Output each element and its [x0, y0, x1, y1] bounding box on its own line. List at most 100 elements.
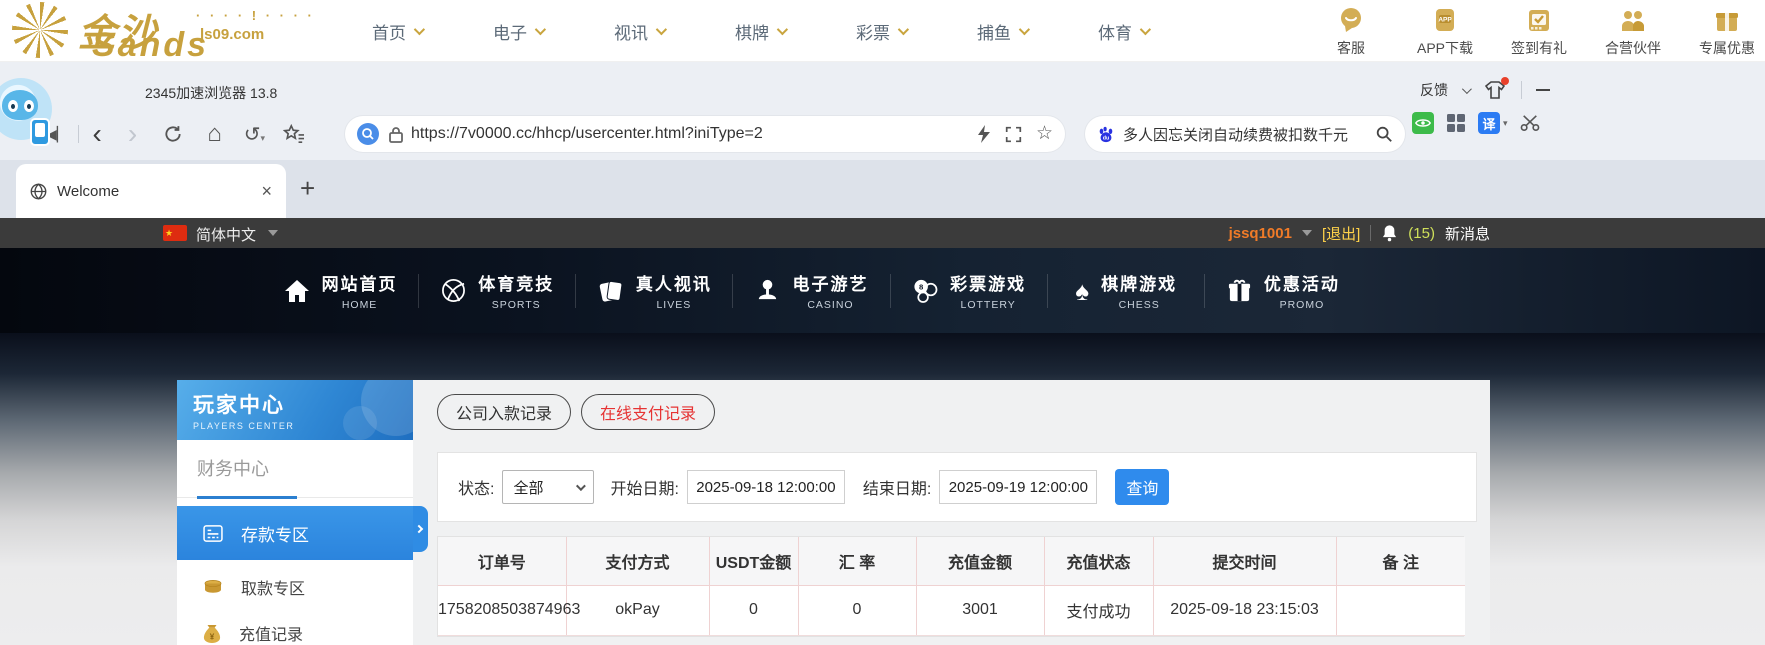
- chevron-down-icon[interactable]: [1462, 84, 1472, 94]
- mainnav-lives[interactable]: 真人视讯LIVES: [576, 248, 733, 333]
- quick-app-download[interactable]: APP APP下载: [1402, 5, 1488, 58]
- col-order-number: 订单号: [438, 537, 566, 585]
- cell-rate: 0: [798, 585, 916, 635]
- sidebar-subtitle: PLAYERS CENTER: [193, 421, 413, 431]
- payment-record-table: 订单号 支付方式 USDT金额 汇 率 充值金额 充值状态 提交时间 备 注 1…: [437, 536, 1464, 637]
- quick-partner[interactable]: 合营伙伴: [1590, 5, 1676, 58]
- logout-link[interactable]: [退出]: [1322, 223, 1360, 244]
- cards-icon: [598, 278, 624, 304]
- eye-protect-icon[interactable]: [1412, 112, 1434, 134]
- content-panel: 公司入款记录 在线支付记录 状态: 全部 开始日期: 2025-09-18 12…: [413, 380, 1490, 645]
- minimize-button[interactable]: [1536, 89, 1550, 91]
- back-button[interactable]: ‹: [93, 119, 102, 149]
- chevron-down-icon[interactable]: ▾: [1503, 118, 1508, 129]
- svg-text:APP: APP: [1438, 17, 1452, 24]
- status-label: 状态:: [458, 475, 494, 499]
- sidebar-item-deposit[interactable]: 存款专区: [177, 506, 413, 560]
- language-selector[interactable]: 简体中文: [196, 224, 256, 245]
- skin-button[interactable]: [1483, 80, 1507, 100]
- feedback-button[interactable]: 反馈: [1420, 80, 1448, 100]
- mainnav-casino[interactable]: 电子游艺CASINO: [733, 248, 890, 333]
- mainnav-home[interactable]: 网站首页HOME: [262, 248, 419, 333]
- sidebar-collapse-handle[interactable]: [413, 506, 428, 552]
- ball-icon: [441, 278, 466, 303]
- sidebar-title: 玩家中心: [193, 389, 413, 419]
- forward-button[interactable]: ›: [128, 119, 137, 149]
- tab-online-payment-record[interactable]: 在线支付记录: [581, 394, 715, 430]
- message-label[interactable]: 新消息: [1445, 223, 1490, 244]
- mainnav-sports[interactable]: 体育竞技SPORTS: [419, 248, 576, 333]
- calendar-check-icon: [1524, 5, 1554, 35]
- svg-text:du: du: [1103, 136, 1110, 142]
- home-button[interactable]: ⌂: [207, 120, 222, 148]
- reader-lightning-icon[interactable]: [977, 125, 991, 143]
- search-box[interactable]: du 多人因忘关闭自动续费被扣数千元: [1085, 116, 1405, 152]
- query-button[interactable]: 查询: [1115, 469, 1169, 505]
- chevron-down-icon[interactable]: [1302, 230, 1312, 236]
- end-date-input[interactable]: 2025-09-19 12:00:00: [939, 470, 1097, 504]
- mainnav-lottery[interactable]: 8 彩票游戏LOTTERY: [891, 248, 1048, 333]
- col-rate: 汇 率: [798, 537, 916, 585]
- nav-slots[interactable]: 电子: [493, 19, 543, 44]
- url-bar[interactable]: https://7v0000.cc/hhcp/usercenter.html?i…: [345, 116, 1065, 152]
- translate-icon[interactable]: 译: [1478, 112, 1500, 134]
- screenshot-scan-icon[interactable]: [1005, 126, 1022, 143]
- nav-sports[interactable]: 体育: [1098, 19, 1148, 44]
- mainnav-promo[interactable]: 优惠活动PROMO: [1205, 248, 1362, 333]
- quick-signin[interactable]: 签到有礼: [1496, 5, 1582, 58]
- new-tab-button[interactable]: +: [300, 172, 315, 204]
- globe-favicon: [30, 183, 47, 200]
- hot-search-text[interactable]: 多人因忘关闭自动续费被扣数千元: [1123, 124, 1375, 145]
- url-text[interactable]: https://7v0000.cc/hhcp/usercenter.html?i…: [411, 125, 977, 143]
- sidebar-header: 玩家中心 PLAYERS CENTER: [177, 380, 413, 440]
- china-flag-icon: ★: [163, 225, 187, 241]
- favorites-star-icon[interactable]: [283, 124, 305, 144]
- bell-icon[interactable]: [1381, 224, 1398, 242]
- tab-company-deposit-record[interactable]: 公司入款记录: [437, 394, 571, 430]
- divider: [1521, 81, 1522, 99]
- nav-home[interactable]: 首页: [372, 19, 422, 44]
- close-tab-icon[interactable]: ×: [261, 181, 272, 202]
- window-controls: 反馈: [1420, 80, 1550, 100]
- partners-icon: [1618, 5, 1648, 35]
- notification-dot: [1501, 77, 1509, 85]
- chevron-down-icon: [1019, 24, 1030, 35]
- start-date-input[interactable]: 2025-09-18 12:00:00: [687, 470, 845, 504]
- record-tabs: 公司入款记录 在线支付记录: [437, 394, 715, 430]
- cell-submit-time: 2025-09-18 23:15:03: [1153, 585, 1336, 635]
- status-select[interactable]: 全部: [502, 470, 594, 504]
- refresh-button[interactable]: [163, 124, 183, 144]
- username[interactable]: jssq1001: [1229, 225, 1292, 242]
- divider: [78, 125, 79, 143]
- nav-lottery[interactable]: 彩票: [856, 19, 906, 44]
- mainnav-chess[interactable]: ♠ 棋牌游戏CHESS: [1048, 248, 1205, 333]
- table-row: 1758208503874963 okPay 0 0 3001 支付成功 202…: [438, 585, 1465, 635]
- apps-grid-icon[interactable]: [1446, 113, 1466, 133]
- browser-tab-welcome[interactable]: Welcome ×: [16, 164, 286, 218]
- search-magnifier-icon[interactable]: [1375, 125, 1393, 143]
- nav-board[interactable]: 棋牌: [735, 19, 785, 44]
- screenshot-scissors-icon[interactable]: [1520, 114, 1540, 132]
- chevron-down-icon: [777, 24, 788, 35]
- undo-button[interactable]: ↺▾: [244, 122, 265, 147]
- chevron-right-icon: [415, 525, 423, 533]
- nav-fishing[interactable]: 捕鱼: [977, 19, 1027, 44]
- sidebar-item-recharge-record[interactable]: ¥ 充值记录: [177, 610, 413, 645]
- site-top-nav: 首页 电子 视讯 棋牌 彩票 捕鱼 体育: [372, 0, 1148, 62]
- quick-vip-promo[interactable]: 专属优惠: [1684, 5, 1765, 58]
- baidu-paw-icon: du: [1097, 125, 1115, 143]
- site-safety-shield-icon[interactable]: [357, 123, 379, 145]
- chevron-down-icon[interactable]: [268, 230, 278, 236]
- quick-service[interactable]: 客服: [1308, 5, 1394, 58]
- table-header-row: 订单号 支付方式 USDT金额 汇 率 充值金额 充值状态 提交时间 备 注: [438, 537, 1465, 585]
- bookmark-star-icon[interactable]: ☆: [1036, 124, 1053, 144]
- phone-badge-icon[interactable]: [30, 118, 50, 146]
- chat-bubble-icon: [1336, 5, 1366, 35]
- cell-order-number: 1758208503874963: [438, 585, 566, 635]
- nav-video[interactable]: 视讯: [614, 19, 664, 44]
- cell-note: [1336, 585, 1465, 635]
- logo-domain: ls09.com: [200, 26, 264, 43]
- col-pay-method: 支付方式: [566, 537, 709, 585]
- logo-sands: Sands: [92, 26, 209, 65]
- sidebar-item-withdraw[interactable]: 取款专区: [177, 564, 413, 610]
